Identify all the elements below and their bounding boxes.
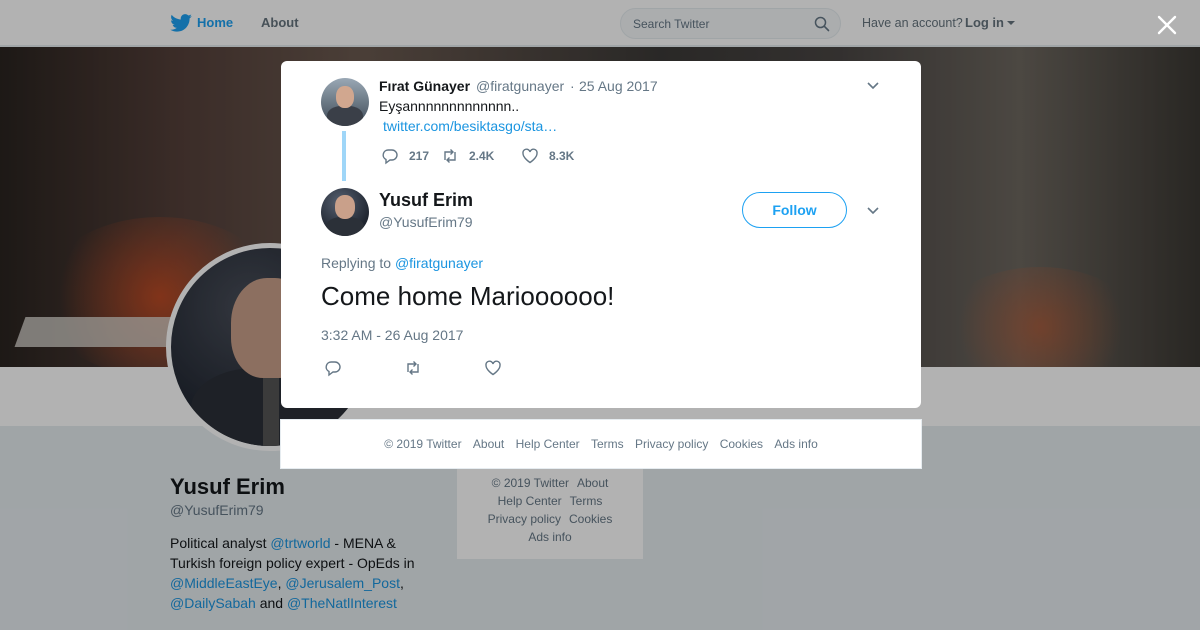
footer-help-link[interactable]: Help Center xyxy=(516,437,580,451)
date-separator: · xyxy=(570,78,575,94)
parent-tweet-avatar[interactable] xyxy=(321,78,369,126)
retweet-count: 2.4K xyxy=(469,149,495,163)
footer-terms-link[interactable]: Terms xyxy=(591,437,624,451)
footer-copyright: © 2019 Twitter xyxy=(384,437,462,451)
reply-count: 217 xyxy=(409,149,430,163)
parent-tweet-text: Eyşannnnnnnnnnnnn.. xyxy=(379,98,520,114)
tweet-text: Come home Marioooooo! xyxy=(321,281,615,311)
replying-to-link[interactable]: @firatgunayer xyxy=(395,255,483,271)
heart-icon[interactable] xyxy=(521,147,539,165)
retweet-icon[interactable] xyxy=(441,147,459,165)
parent-tweet-date[interactable]: 25 Aug 2017 xyxy=(579,78,658,94)
replying-to-prefix: Replying to xyxy=(321,255,392,271)
chevron-down-icon[interactable] xyxy=(866,204,880,218)
tweet-author-handle[interactable]: @YusufErim79 xyxy=(379,214,473,230)
replying-to: Replying to @firatgunayer xyxy=(321,255,483,271)
footer-cookies-link[interactable]: Cookies xyxy=(720,437,763,451)
like-count: 8.3K xyxy=(549,149,575,163)
footer-ads-link[interactable]: Ads info xyxy=(774,437,817,451)
retweet-icon[interactable] xyxy=(404,359,422,377)
footer-about-link[interactable]: About xyxy=(473,437,504,451)
chevron-down-icon[interactable] xyxy=(866,79,880,93)
tweet-timestamp[interactable]: 3:32 AM - 26 Aug 2017 xyxy=(321,327,463,343)
reply-icon[interactable] xyxy=(324,359,342,377)
footer-privacy-link[interactable]: Privacy policy xyxy=(635,437,708,451)
reply-icon[interactable] xyxy=(381,147,399,165)
parent-tweet-link[interactable]: twitter.com/besiktasgo/sta… xyxy=(383,118,557,134)
parent-tweet-author-handle[interactable]: @firatgunayer xyxy=(476,78,564,94)
parent-tweet-author-name[interactable]: Fırat Günayer xyxy=(379,78,470,94)
modal-footer: © 2019 Twitter About Help Center Terms P… xyxy=(280,419,922,469)
heart-icon[interactable] xyxy=(484,359,502,377)
tweet-author-avatar[interactable] xyxy=(321,188,369,236)
close-icon[interactable] xyxy=(1155,13,1179,37)
follow-button[interactable]: Follow xyxy=(742,192,847,228)
tweet-author-name[interactable]: Yusuf Erim xyxy=(379,190,473,211)
thread-connector xyxy=(342,131,346,181)
tweet-modal: Fırat Günayer @firatgunayer · 25 Aug 201… xyxy=(281,61,921,408)
